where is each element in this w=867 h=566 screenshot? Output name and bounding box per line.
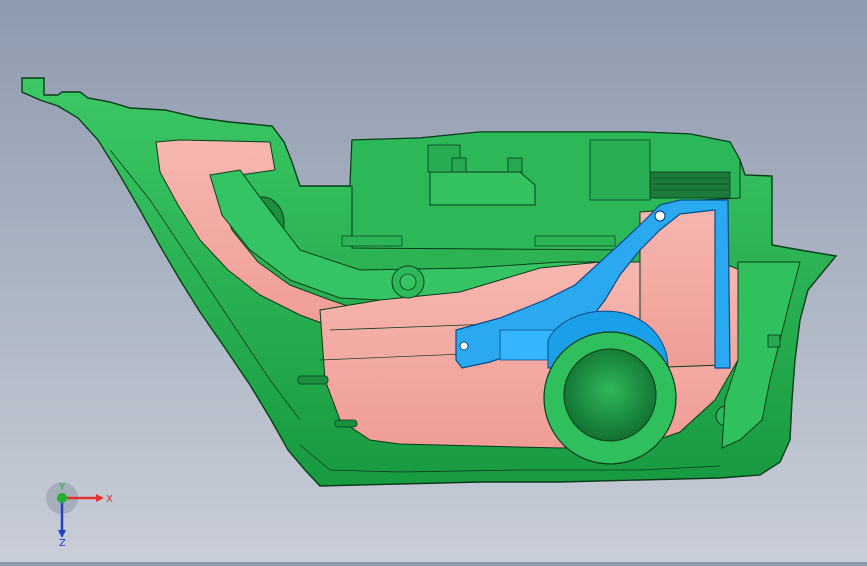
coordinate-triad: X Y Z [40, 478, 120, 549]
y-axis-dot [57, 493, 67, 503]
z-axis-label: Z [59, 538, 66, 548]
speaker-grille-inner [563, 348, 657, 442]
armrest-pocket [429, 171, 536, 206]
cad-viewport[interactable]: X Y Z [0, 0, 867, 562]
z-axis-arrow [58, 530, 66, 538]
vent-grille [649, 171, 731, 199]
x-axis-arrow [96, 494, 104, 502]
door-trim-model[interactable] [0, 0, 867, 562]
y-axis-label: Y [58, 482, 66, 493]
x-axis-label: X [106, 494, 113, 505]
